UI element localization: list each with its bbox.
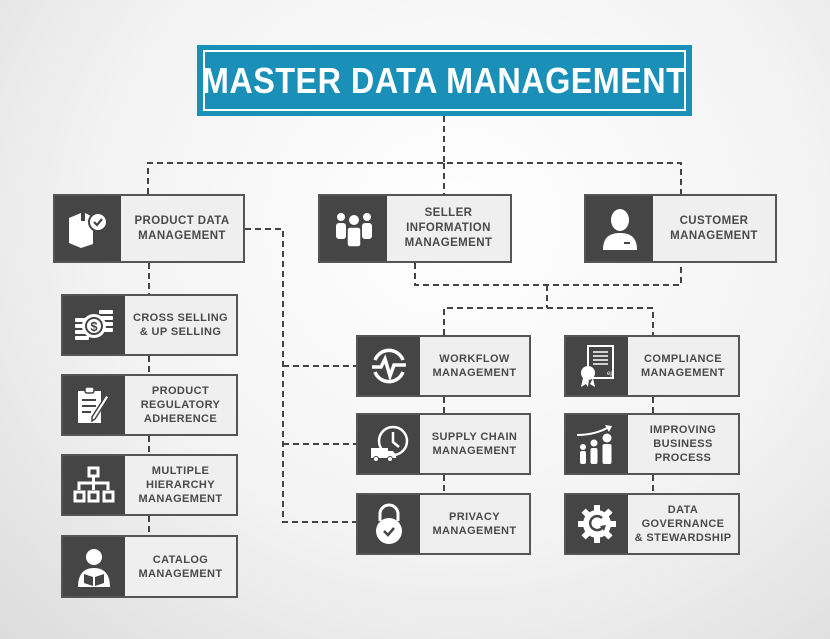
coins-dollar-icon: $ (73, 306, 115, 344)
icon-panel: $ (63, 296, 125, 354)
icon-panel (566, 495, 628, 553)
connector-product-to-middle (245, 228, 356, 523)
page-title: MASTER DATA MANAGEMENT (202, 59, 687, 101)
node-label: CUSTOMER MANAGEMENT (670, 214, 758, 242)
growth-people-icon (575, 423, 619, 465)
hierarchy-icon (73, 466, 115, 504)
node-product-regulatory-adherence[interactable]: PRODUCT REGULATORY ADHERENCE (61, 374, 238, 436)
padlock-check-icon (372, 503, 406, 545)
node-privacy-management[interactable]: PRIVACY MANAGEMENT (356, 493, 531, 555)
workflow-pulse-icon (369, 346, 409, 386)
icon-panel (63, 537, 125, 596)
node-label: SELLER INFORMATION MANAGEMENT (404, 207, 493, 249)
node-seller-information-management[interactable]: SELLER INFORMATION MANAGEMENT (318, 194, 512, 263)
node-workflow-management[interactable]: WORKFLOW MANAGEMENT (356, 335, 531, 397)
connector-top-bus (147, 162, 682, 194)
node-cross-selling[interactable]: $ CROSS SELLING & UP SELLING (61, 294, 238, 356)
node-label: MULTIPLE HIERARCHY MANAGEMENT (138, 465, 223, 505)
icon-panel (55, 196, 121, 261)
node-label: SUPPLY CHAIN MANAGEMENT (431, 431, 518, 457)
icon-panel: ep (566, 337, 628, 395)
title-banner: MASTER DATA MANAGEMENT (197, 45, 692, 116)
delivery-clock-icon (368, 424, 410, 464)
node-supply-chain-management[interactable]: SUPPLY CHAIN MANAGEMENT (356, 413, 531, 475)
icon-panel (320, 196, 387, 261)
node-label: PRODUCT DATA MANAGEMENT (134, 214, 230, 242)
box-check-icon (65, 208, 111, 250)
node-label: CATALOG MANAGEMENT (138, 553, 223, 580)
team-icon (332, 209, 376, 249)
connector-split (443, 307, 654, 335)
node-label: PRODUCT REGULATORY ADHERENCE (140, 385, 221, 425)
node-label: COMPLIANCE MANAGEMENT (640, 353, 726, 379)
node-customer-management[interactable]: CUSTOMER MANAGEMENT (584, 194, 777, 263)
icon-panel (566, 415, 628, 473)
node-label: PRIVACY MANAGEMENT (432, 511, 517, 537)
icon-panel (358, 337, 420, 395)
icon-panel (586, 196, 653, 261)
node-label: CROSS SELLING & UP SELLING (132, 312, 229, 338)
reader-icon (76, 546, 112, 588)
gear-cycle-icon (576, 503, 618, 545)
certificate-icon: ep (578, 344, 616, 388)
icon-panel (358, 415, 420, 473)
icon-panel (358, 495, 420, 553)
node-label: DATA GOVERNANCE & STEWARDSHIP (634, 504, 732, 544)
connector-seller-customer-join (414, 263, 682, 286)
title-inner-frame: MASTER DATA MANAGEMENT (202, 50, 687, 111)
svg-text:ep: ep (607, 371, 614, 377)
node-multiple-hierarchy-management[interactable]: MULTIPLE HIERARCHY MANAGEMENT (61, 454, 238, 516)
clipboard-pen-icon (75, 385, 113, 425)
node-improving-business-process[interactable]: IMPROVING BUSINESS PROCESS (564, 413, 740, 475)
node-product-data-management[interactable]: PRODUCT DATA MANAGEMENT (53, 194, 245, 263)
node-data-governance-stewardship[interactable]: DATA GOVERNANCE & STEWARDSHIP (564, 493, 740, 555)
node-catalog-management[interactable]: CATALOG MANAGEMENT (61, 535, 238, 598)
svg-text:$: $ (90, 319, 98, 334)
icon-panel (63, 456, 125, 514)
node-label: WORKFLOW MANAGEMENT (432, 353, 517, 379)
customer-icon (600, 207, 640, 251)
node-label: IMPROVING BUSINESS PROCESS (649, 424, 717, 464)
node-compliance-management[interactable]: ep COMPLIANCE MANAGEMENT (564, 335, 740, 397)
icon-panel (63, 376, 125, 434)
